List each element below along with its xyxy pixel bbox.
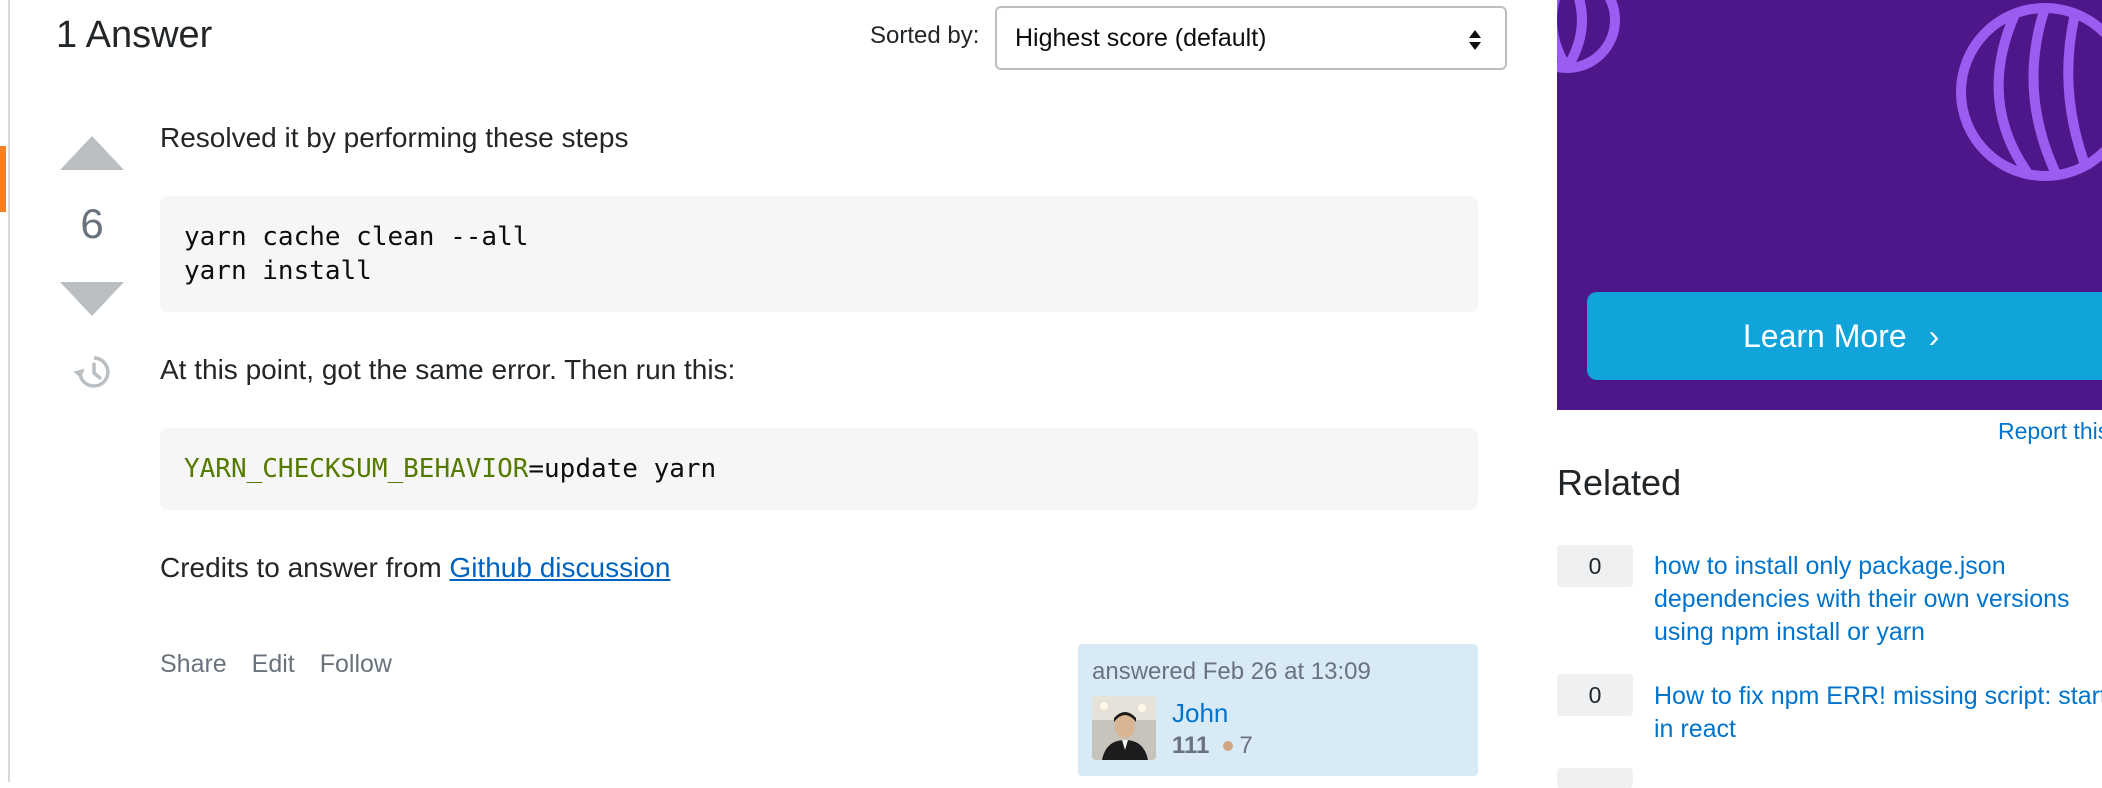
related-score: 0 xyxy=(1557,545,1633,587)
reputation-score: 111 xyxy=(1172,732,1210,759)
sort-select[interactable]: Highest score (default) xyxy=(995,6,1507,70)
answered-timestamp[interactable]: answered Feb 26 at 13:09 xyxy=(1092,658,1464,686)
downvote-button[interactable] xyxy=(60,282,124,316)
sort-arrows-icon xyxy=(1469,30,1481,50)
user-reputation: 111 7 xyxy=(1172,732,1253,760)
credits-text: Credits to answer from Github discussion xyxy=(160,552,670,584)
advertisement[interactable]: Learn More › xyxy=(1557,0,2102,410)
post-menu: Share Edit Follow xyxy=(160,650,410,679)
code-command: =update yarn xyxy=(528,454,717,484)
code-block-1: yarn cache clean --all yarn install xyxy=(160,196,1478,312)
related-score: 0 xyxy=(1557,674,1633,716)
learn-more-button[interactable]: Learn More › xyxy=(1587,292,2102,380)
code-env-var: YARN_CHECKSUM_BEHAVIOR xyxy=(184,454,529,484)
related-link-line: using npm install or yarn xyxy=(1654,618,1925,646)
upvote-button[interactable] xyxy=(60,136,124,170)
bronze-badge-icon xyxy=(1223,740,1234,751)
answer-intro-text: Resolved it by performing these steps xyxy=(160,122,629,153)
related-link-line: How to fix npm ERR! missing script: star… xyxy=(1654,682,2102,710)
related-score xyxy=(1557,768,1633,788)
related-question-link[interactable]: how to install only package.json depende… xyxy=(1654,550,2102,649)
bronze-badge-count: 7 xyxy=(1239,732,1253,759)
left-accent-bar xyxy=(0,146,6,212)
code-line: yarn cache clean --all xyxy=(184,222,529,252)
follow-link[interactable]: Follow xyxy=(320,650,392,678)
user-card: answered Feb 26 at 13:09 John 111 7 xyxy=(1078,644,1478,776)
related-question-link[interactable]: How to fix npm ERR! missing script: star… xyxy=(1654,680,2102,746)
answer-middle-text: At this point, got the same error. Then … xyxy=(160,354,736,385)
edit-link[interactable]: Edit xyxy=(252,650,295,678)
history-icon[interactable] xyxy=(70,350,114,394)
related-link-line: how to install only package.json xyxy=(1654,552,2006,580)
related-heading: Related xyxy=(1557,462,1682,503)
user-name-link[interactable]: John xyxy=(1172,698,1228,729)
related-link-line: in react xyxy=(1654,715,1736,743)
related-link-line: dependencies with their own versions xyxy=(1654,585,2070,613)
vote-count: 6 xyxy=(80,200,104,247)
avatar-image xyxy=(1092,696,1156,760)
avatar[interactable] xyxy=(1092,696,1156,760)
share-link[interactable]: Share xyxy=(160,650,227,678)
github-discussion-link[interactable]: Github discussion xyxy=(449,552,670,583)
learn-more-label: Learn More xyxy=(1743,318,1907,354)
code-line: yarn install xyxy=(184,256,372,286)
report-ad-link[interactable]: Report this ad xyxy=(1998,418,2102,445)
sort-label: Sorted by: xyxy=(870,22,980,49)
left-gutter xyxy=(0,0,10,782)
answers-count-heading: 1 Answer xyxy=(56,14,213,56)
chevron-right-icon: › xyxy=(1928,318,1940,354)
sort-select-value: Highest score (default) xyxy=(1015,24,1267,52)
credits-prefix: Credits to answer from xyxy=(160,552,450,583)
code-block-2: YARN_CHECKSUM_BEHAVIOR=update yarn xyxy=(160,428,1478,510)
